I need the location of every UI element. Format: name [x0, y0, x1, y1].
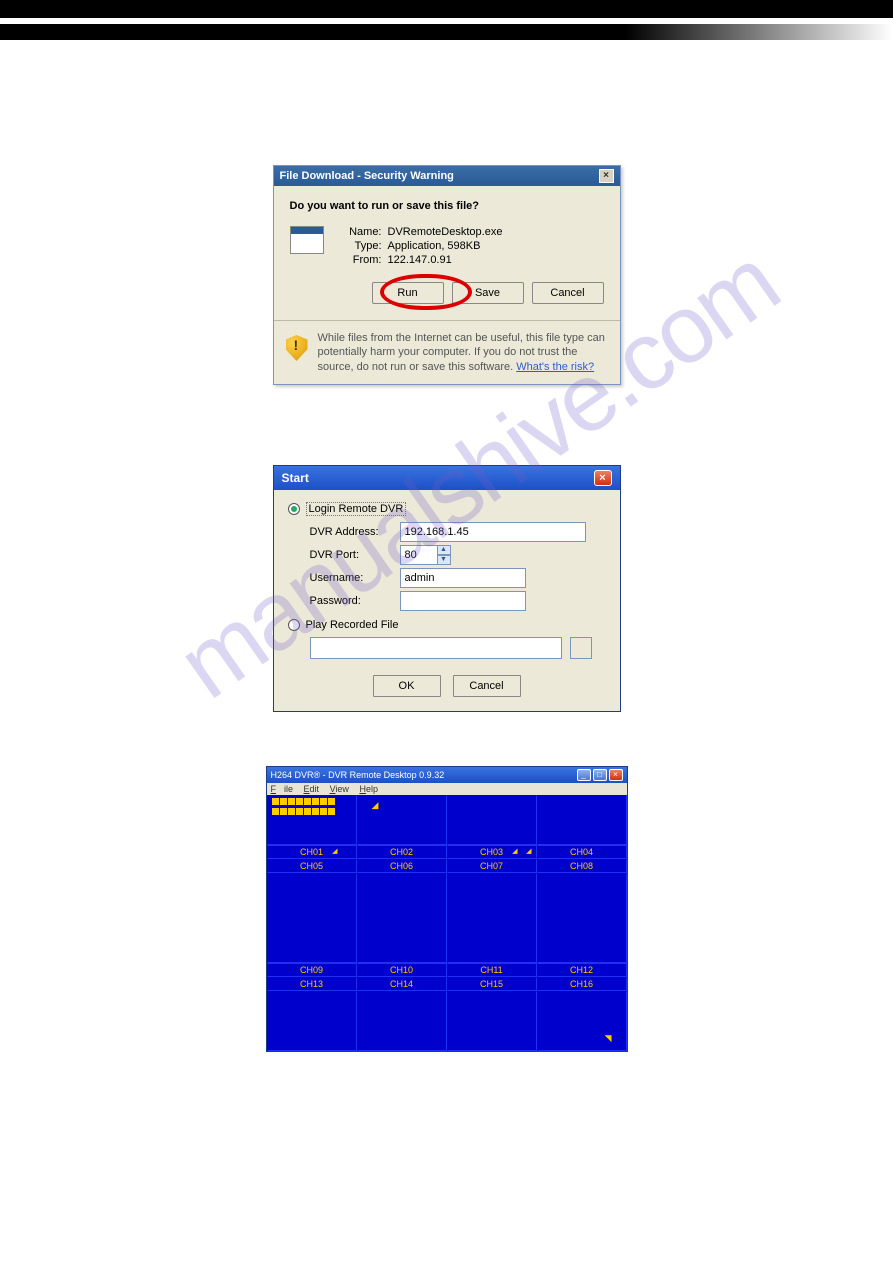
menu-help[interactable]: Help: [359, 784, 378, 794]
ch-label: CH09: [267, 963, 357, 977]
dialog-titlebar[interactable]: Start ×: [274, 466, 620, 490]
ch-label: CH06: [357, 859, 447, 873]
menu-bar[interactable]: File Edit View Help: [267, 783, 627, 795]
port-input[interactable]: [400, 545, 438, 565]
icon-row: [272, 798, 335, 805]
plug-icon: ◥: [605, 1033, 612, 1044]
ch-label: CH15: [447, 977, 537, 991]
type-value: Application, 598KB: [388, 240, 481, 252]
grid-cell[interactable]: [267, 873, 357, 963]
speaker-icon: ◢: [512, 847, 517, 855]
close-icon[interactable]: ×: [599, 169, 614, 183]
grid-cell-4[interactable]: [537, 795, 627, 845]
password-label: Password:: [310, 595, 400, 607]
channel-grid[interactable]: ◢ CH01◢ CH02 CH03◢◢ CH04 CH05 CH06 CH07 …: [267, 795, 627, 1051]
grid-cell[interactable]: [447, 873, 537, 963]
gradient-bar: [0, 24, 893, 40]
play-recorded-radio[interactable]: [288, 619, 300, 631]
play-recorded-label: Play Recorded File: [306, 619, 399, 631]
dialog-title: File Download - Security Warning: [280, 170, 454, 182]
ch-label: CH13: [267, 977, 357, 991]
ch-label: CH05: [267, 859, 357, 873]
warning-text: While files from the Internet can be use…: [318, 331, 608, 374]
icon-row: [272, 808, 335, 815]
dvr-remote-window: H264 DVR® - DVR Remote Desktop 0.9.32 _ …: [266, 766, 628, 1052]
window-titlebar[interactable]: H264 DVR® - DVR Remote Desktop 0.9.32 _ …: [267, 767, 627, 783]
ok-button[interactable]: OK: [373, 675, 441, 697]
grid-cell[interactable]: ◥: [537, 991, 627, 1051]
address-label: DVR Address:: [310, 526, 400, 538]
ch-label: CH10: [357, 963, 447, 977]
cancel-button[interactable]: Cancel: [453, 675, 521, 697]
ch-label: CH07: [447, 859, 537, 873]
username-label: Username:: [310, 572, 400, 584]
menu-view[interactable]: View: [330, 784, 349, 794]
cancel-button[interactable]: Cancel: [532, 282, 604, 304]
grid-cell[interactable]: [447, 991, 537, 1051]
download-question: Do you want to run or save this file?: [290, 200, 604, 212]
name-value: DVRemoteDesktop.exe: [388, 226, 503, 238]
ch-label: CH16: [537, 977, 627, 991]
file-path-input[interactable]: [310, 637, 562, 659]
speaker-icon: ◢: [526, 847, 531, 855]
login-remote-label: Login Remote DVR: [306, 502, 407, 516]
ch-label: CH12: [537, 963, 627, 977]
start-dialog: Start × Login Remote DVR DVR Address: DV…: [273, 465, 621, 712]
from-label: From:: [338, 254, 382, 266]
top-black-bar: [0, 0, 893, 18]
port-spinner[interactable]: ▲▼: [437, 545, 451, 565]
type-label: Type:: [338, 240, 382, 252]
menu-edit[interactable]: Edit: [304, 784, 320, 794]
ch-label: CH08: [537, 859, 627, 873]
save-button[interactable]: Save: [452, 282, 524, 304]
password-input[interactable]: [400, 591, 526, 611]
port-label: DVR Port:: [310, 549, 400, 561]
shield-icon: [286, 335, 308, 361]
ch-label: CH04: [537, 845, 627, 859]
speaker-icon: ◢: [332, 847, 337, 855]
file-download-dialog: File Download - Security Warning × Do yo…: [273, 165, 621, 385]
browse-button[interactable]: [570, 637, 592, 659]
speaker-icon: ◢: [372, 800, 379, 811]
address-input[interactable]: [400, 522, 586, 542]
ch-label: CH02: [357, 845, 447, 859]
ch-label: CH11: [447, 963, 537, 977]
ch-label: CH01◢: [267, 845, 357, 859]
username-input[interactable]: [400, 568, 526, 588]
minimize-icon[interactable]: _: [577, 769, 591, 781]
menu-file[interactable]: File: [271, 784, 294, 794]
window-title: H264 DVR® - DVR Remote Desktop 0.9.32: [271, 770, 445, 780]
grid-cell-3[interactable]: [447, 795, 537, 845]
ch-label: CH03◢◢: [447, 845, 537, 859]
grid-cell[interactable]: [537, 873, 627, 963]
grid-cell[interactable]: [357, 991, 447, 1051]
ch-label: CH14: [357, 977, 447, 991]
login-remote-radio[interactable]: [288, 503, 300, 515]
from-value: 122.147.0.91: [388, 254, 452, 266]
risk-link[interactable]: What's the risk?: [516, 361, 594, 373]
dialog-title: Start: [282, 471, 309, 485]
grid-cell-1[interactable]: [267, 795, 357, 845]
grid-cell[interactable]: [357, 873, 447, 963]
name-label: Name:: [338, 226, 382, 238]
run-button[interactable]: Run: [372, 282, 444, 304]
application-icon: [290, 226, 324, 254]
grid-cell-2[interactable]: ◢: [357, 795, 447, 845]
close-icon[interactable]: ×: [594, 470, 612, 486]
close-icon[interactable]: ×: [609, 769, 623, 781]
dialog-titlebar[interactable]: File Download - Security Warning ×: [274, 166, 620, 186]
grid-cell[interactable]: [267, 991, 357, 1051]
maximize-icon[interactable]: □: [593, 769, 607, 781]
